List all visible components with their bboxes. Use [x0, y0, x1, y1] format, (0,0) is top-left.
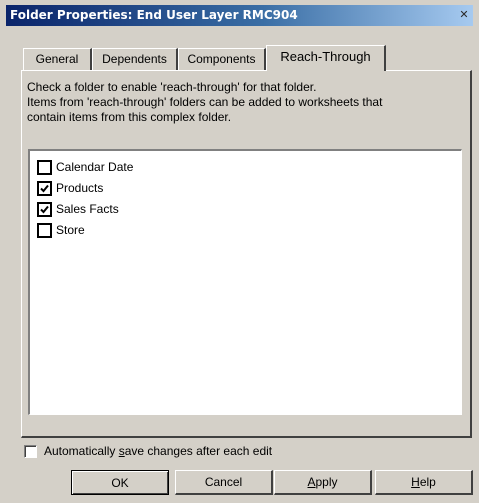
tab-components[interactable]: Components [178, 48, 266, 70]
list-item-store[interactable]: Store [37, 220, 85, 240]
tab-dependents[interactable]: Dependents [92, 48, 178, 70]
checkbox-calendar-date[interactable] [37, 159, 52, 175]
tab-reach-through-label: Reach-Through [280, 49, 371, 64]
window-title: Folder Properties: End User Layer RMC904 [10, 8, 298, 22]
description-line: contain items from this complex folder. [27, 110, 232, 124]
auto-save-label: Automatically save changes after each ed… [44, 444, 273, 458]
folder-properties-dialog: Folder Properties: End User Layer RMC904… [0, 0, 479, 503]
folder-label: Products [56, 181, 104, 195]
folder-label: Sales Facts [56, 202, 119, 216]
list-item-sales-facts[interactable]: Sales Facts [37, 199, 119, 219]
checkbox-sales-facts[interactable] [37, 201, 52, 217]
checkbox-store[interactable] [37, 222, 52, 238]
folder-label: Store [56, 223, 85, 237]
folder-label: Calendar Date [56, 160, 134, 174]
tab-reach-through[interactable]: Reach-Through [266, 45, 386, 71]
reach-through-description: Check a folder to enable 'reach-through'… [27, 80, 467, 125]
description-line: Items from 'reach-through' folders can b… [27, 95, 383, 109]
auto-save-checkbox[interactable] [24, 444, 37, 458]
cancel-button-label: Cancel [204, 475, 243, 489]
tab-dependents-label: Dependents [102, 52, 167, 66]
folder-checklist[interactable]: Calendar Date Products Sales Facts Store [28, 149, 462, 415]
ok-button[interactable]: OK [71, 470, 169, 495]
checkmark-icon [40, 205, 49, 213]
auto-save-option[interactable]: Automatically save changes after each ed… [24, 444, 272, 458]
checkmark-icon [40, 184, 49, 192]
tab-general-label: General [35, 52, 79, 66]
close-icon[interactable]: ✕ [456, 7, 472, 22]
tab-components-label: Components [187, 52, 256, 66]
tab-general[interactable]: General [23, 48, 92, 70]
list-item-products[interactable]: Products [37, 178, 103, 198]
checkbox-products[interactable] [37, 180, 52, 196]
help-button[interactable]: Help [375, 470, 473, 495]
help-button-label: Help [411, 475, 436, 489]
apply-button-label: Apply [307, 475, 338, 489]
title-bar[interactable]: Folder Properties: End User Layer RMC904… [6, 5, 473, 26]
description-line: Check a folder to enable 'reach-through'… [27, 80, 317, 94]
cancel-button[interactable]: Cancel [175, 470, 273, 495]
list-item-calendar-date[interactable]: Calendar Date [37, 157, 133, 177]
ok-button-label: OK [111, 475, 129, 490]
apply-button[interactable]: Apply [274, 470, 372, 495]
